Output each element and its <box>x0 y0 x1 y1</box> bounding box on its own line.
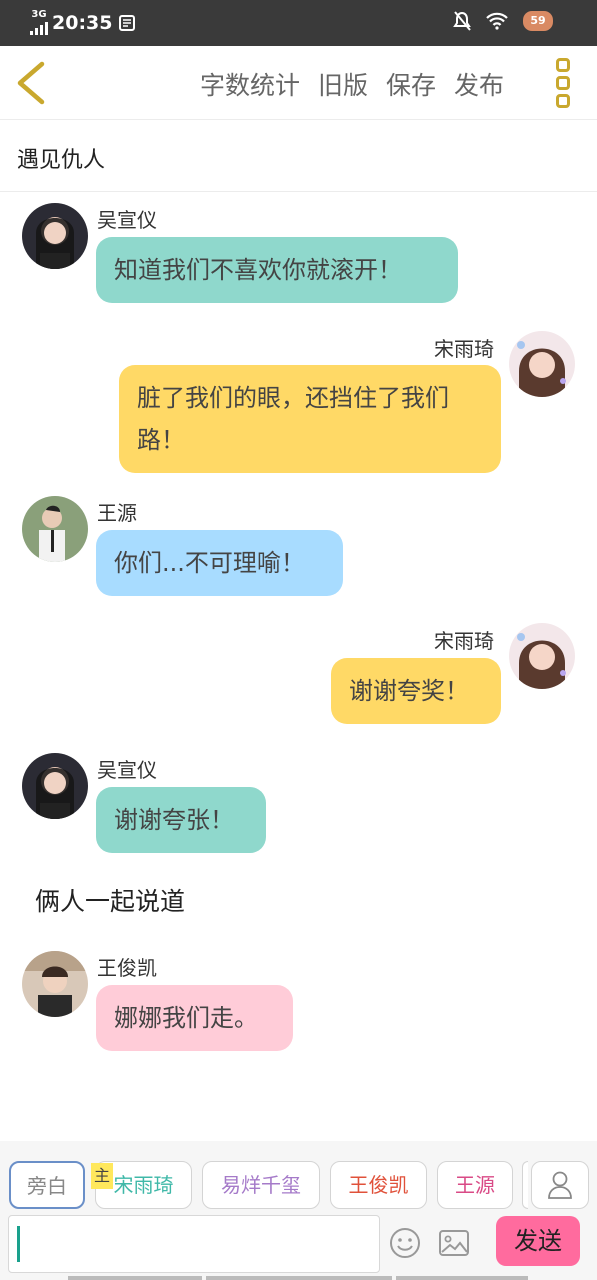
message-bubble[interactable]: 你们...不可理喻！ <box>96 530 343 596</box>
speaker-name: 王源 <box>97 501 137 525</box>
editor-header: 字数统计 旧版 保存 发布 <box>0 46 597 120</box>
message-input[interactable] <box>8 1215 380 1273</box>
send-button[interactable]: 发送 <box>496 1216 580 1266</box>
speaker-name: 吴宣仪 <box>97 758 157 782</box>
cellular-signal-icon: 3G <box>30 10 48 35</box>
message-bubble[interactable]: 谢谢夸奖！ <box>331 658 501 724</box>
message-bubble[interactable]: 脏了我们的眼，还挡住了我们路！ <box>119 365 501 473</box>
avatar-song-yuqi[interactable] <box>509 623 575 689</box>
person-icon <box>548 1171 572 1199</box>
status-right: 59 <box>453 11 553 31</box>
save-button[interactable]: 保存 <box>386 66 436 102</box>
add-role-button[interactable] <box>531 1161 589 1209</box>
speaker-name: 王俊凯 <box>97 956 157 980</box>
role-chip-yi-yangqianxi[interactable]: 易烊千玺 <box>202 1161 320 1209</box>
chapter-title: 遇见仇人 <box>17 148 106 173</box>
network-type: 3G <box>31 9 47 20</box>
speaker-name: 宋雨琦 <box>434 337 494 361</box>
keyboard-hint-lines <box>68 1276 528 1280</box>
status-bar: 3G 20:35 59 <box>0 0 597 46</box>
status-time: 20:35 <box>52 11 113 34</box>
message-bubble[interactable]: 谢谢夸张！ <box>96 787 266 853</box>
narration-text[interactable]: 俩人一起说道 <box>35 882 185 918</box>
speaker-name: 吴宣仪 <box>97 208 157 232</box>
avatar-wang-yuan[interactable] <box>22 496 88 562</box>
back-arrow-icon[interactable] <box>12 58 52 108</box>
message-bubble[interactable]: 娜娜我们走。 <box>96 985 293 1051</box>
text-caret <box>17 1226 20 1262</box>
battery-level: 59 <box>523 11 553 31</box>
word-count-button[interactable]: 字数统计 <box>200 66 300 102</box>
input-row: 发送 <box>0 1213 597 1280</box>
sim-icon <box>119 14 136 31</box>
avatar-song-yuqi[interactable] <box>509 331 575 397</box>
role-chip-wang-junkai[interactable]: 王俊凯 <box>330 1161 427 1209</box>
avatar-wu-xuanyi[interactable] <box>22 203 88 269</box>
more-menu-icon[interactable] <box>551 58 575 108</box>
role-selector: 旁白 宋雨琦 主 易烊千玺 王俊凯 王源 <box>0 1141 597 1213</box>
avatar-wang-junkai[interactable] <box>22 951 88 1017</box>
role-chip-narrator[interactable]: 旁白 <box>9 1161 85 1209</box>
bottom-editor-bar: 旁白 宋雨琦 主 易烊千玺 王俊凯 王源 发送 <box>0 1141 597 1280</box>
speaker-name: 宋雨琦 <box>434 629 494 653</box>
image-icon[interactable] <box>438 1228 470 1258</box>
emoji-icon[interactable] <box>389 1227 421 1259</box>
header-actions: 字数统计 旧版 保存 发布 <box>200 66 504 102</box>
old-version-button[interactable]: 旧版 <box>318 66 368 102</box>
publish-button[interactable]: 发布 <box>454 66 504 102</box>
message-bubble[interactable]: 知道我们不喜欢你就滚开！ <box>96 237 458 303</box>
role-chip-wang-yuan[interactable]: 王源 <box>437 1161 513 1209</box>
main-character-marker: 主 <box>91 1163 113 1189</box>
avatar-wu-xuanyi[interactable] <box>22 753 88 819</box>
mute-bell-icon <box>453 11 471 31</box>
chapter-title-row[interactable]: 遇见仇人 <box>0 120 597 192</box>
status-left: 3G 20:35 <box>30 10 136 35</box>
wifi-icon <box>486 12 508 30</box>
role-chip-partial[interactable] <box>522 1161 528 1209</box>
